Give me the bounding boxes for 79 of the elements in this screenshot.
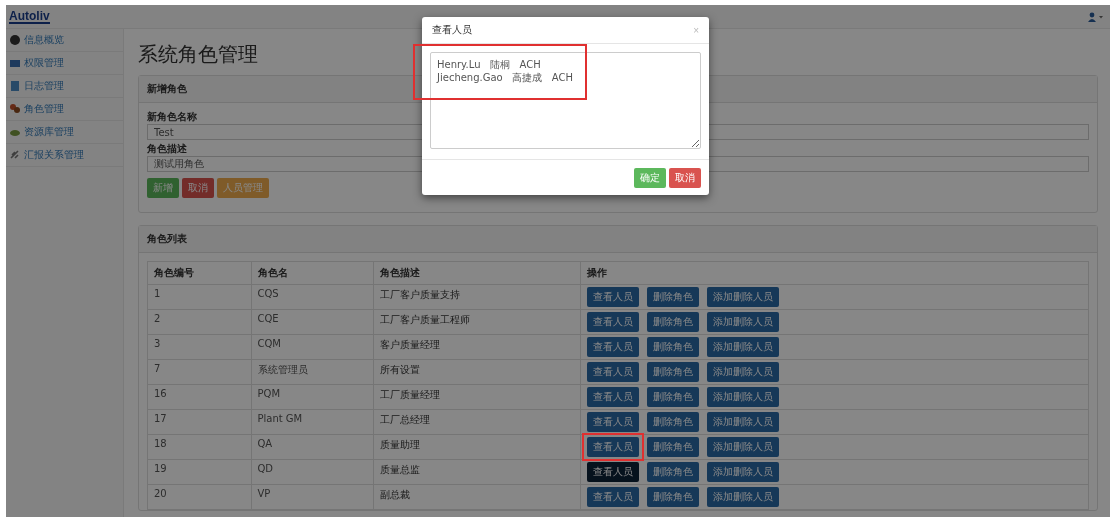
action-button[interactable]: 删除角色: [646, 312, 699, 332]
field-label: 新角色名称: [147, 110, 197, 124]
sidebar-item[interactable]: 日志管理: [6, 75, 123, 98]
action-button[interactable]: 删除角色: [646, 487, 699, 507]
people-icon: [9, 103, 21, 115]
table-cell: 工厂质量经理: [373, 384, 581, 410]
table-cell: 18: [147, 434, 251, 460]
action-button[interactable]: 查看人员: [586, 437, 639, 457]
sidebar-item[interactable]: 资源库管理: [6, 121, 123, 144]
form-button[interactable]: 新增: [147, 178, 179, 198]
column-header: 操作: [580, 261, 1089, 285]
table-cell: CQM: [251, 334, 374, 360]
table-cell: 7: [147, 359, 251, 385]
action-button[interactable]: 删除角色: [646, 337, 699, 357]
action-button[interactable]: 删除角色: [646, 462, 699, 482]
dialog-title: 查看人员: [432, 23, 472, 37]
action-button[interactable]: 添加删除人员: [706, 312, 779, 332]
table-cell: 系统管理员: [251, 359, 374, 385]
table-cell: QD: [251, 459, 374, 485]
sidebar-item[interactable]: 角色管理: [6, 98, 123, 121]
action-button[interactable]: 添加删除人员: [706, 412, 779, 432]
table-cell: 19: [147, 459, 251, 485]
table-cell: CQE: [251, 309, 374, 335]
action-button[interactable]: 查看人员: [586, 337, 639, 357]
action-button[interactable]: 删除角色: [646, 437, 699, 457]
dialog-button[interactable]: 确定: [634, 168, 666, 188]
people-text-area[interactable]: Henry.Lu 陆桐 ACH Jiecheng.Gao 高捷成 ACH: [430, 52, 701, 149]
action-button[interactable]: 添加删除人员: [706, 337, 779, 357]
page-title: 系统角色管理: [138, 41, 258, 68]
action-button[interactable]: 添加删除人员: [706, 362, 779, 382]
action-button[interactable]: 添加删除人员: [706, 487, 779, 507]
table-cell: PQM: [251, 384, 374, 410]
field-label: 角色描述: [147, 142, 187, 156]
sidebar-item[interactable]: 信息概览: [6, 29, 123, 52]
brand-logo[interactable]: Autoliv: [9, 9, 50, 24]
action-button[interactable]: 删除角色: [646, 362, 699, 382]
table-cell: 工厂客户质量工程师: [373, 309, 581, 335]
table-cell: 17: [147, 409, 251, 435]
action-button[interactable]: 查看人员: [586, 387, 639, 407]
table-cell: 所有设置: [373, 359, 581, 385]
action-button[interactable]: 添加删除人员: [706, 437, 779, 457]
action-button[interactable]: 查看人员: [586, 362, 639, 382]
action-button[interactable]: 查看人员: [586, 312, 639, 332]
action-button[interactable]: 添加删除人员: [706, 387, 779, 407]
action-button[interactable]: 删除角色: [646, 387, 699, 407]
form-button[interactable]: 取消: [182, 178, 214, 198]
table-cell: 1: [147, 284, 251, 310]
column-header: 角色描述: [373, 261, 581, 285]
action-button[interactable]: 删除角色: [646, 412, 699, 432]
action-button[interactable]: 删除角色: [646, 287, 699, 307]
table-cell: 2: [147, 309, 251, 335]
table-cell: 工厂客户质量支持: [373, 284, 581, 310]
table-cell: QA: [251, 434, 374, 460]
sidebar-item[interactable]: 汇报关系管理: [6, 144, 123, 167]
table-cell: 副总裁: [373, 484, 581, 510]
table-cell: CQS: [251, 284, 374, 310]
user-menu-icon[interactable]: [1088, 11, 1104, 22]
table-cell: 工厂总经理: [373, 409, 581, 435]
action-button[interactable]: 添加删除人员: [706, 462, 779, 482]
sidebar-item[interactable]: 权限管理: [6, 52, 123, 75]
table-cell: 16: [147, 384, 251, 410]
dialog-button[interactable]: 取消: [669, 168, 701, 188]
table-cell: 20: [147, 484, 251, 510]
table-cell: 客户质量经理: [373, 334, 581, 360]
panel-heading: 角色列表: [139, 226, 1097, 253]
table-cell: 3: [147, 334, 251, 360]
action-button[interactable]: 查看人员: [586, 287, 639, 307]
table-cell: VP: [251, 484, 374, 510]
column-header: 角色编号: [147, 261, 251, 285]
action-button[interactable]: 添加删除人员: [706, 287, 779, 307]
action-button[interactable]: 查看人员: [586, 487, 639, 507]
disc-icon: [9, 34, 21, 46]
column-header: 角色名: [251, 261, 374, 285]
table-cell: Plant GM: [251, 409, 374, 435]
table-cell: 质量助理: [373, 434, 581, 460]
table-cell: 质量总监: [373, 459, 581, 485]
close-button[interactable]: ×: [693, 24, 699, 36]
action-button[interactable]: 查看人员: [586, 462, 639, 482]
action-button[interactable]: 查看人员: [586, 412, 639, 432]
